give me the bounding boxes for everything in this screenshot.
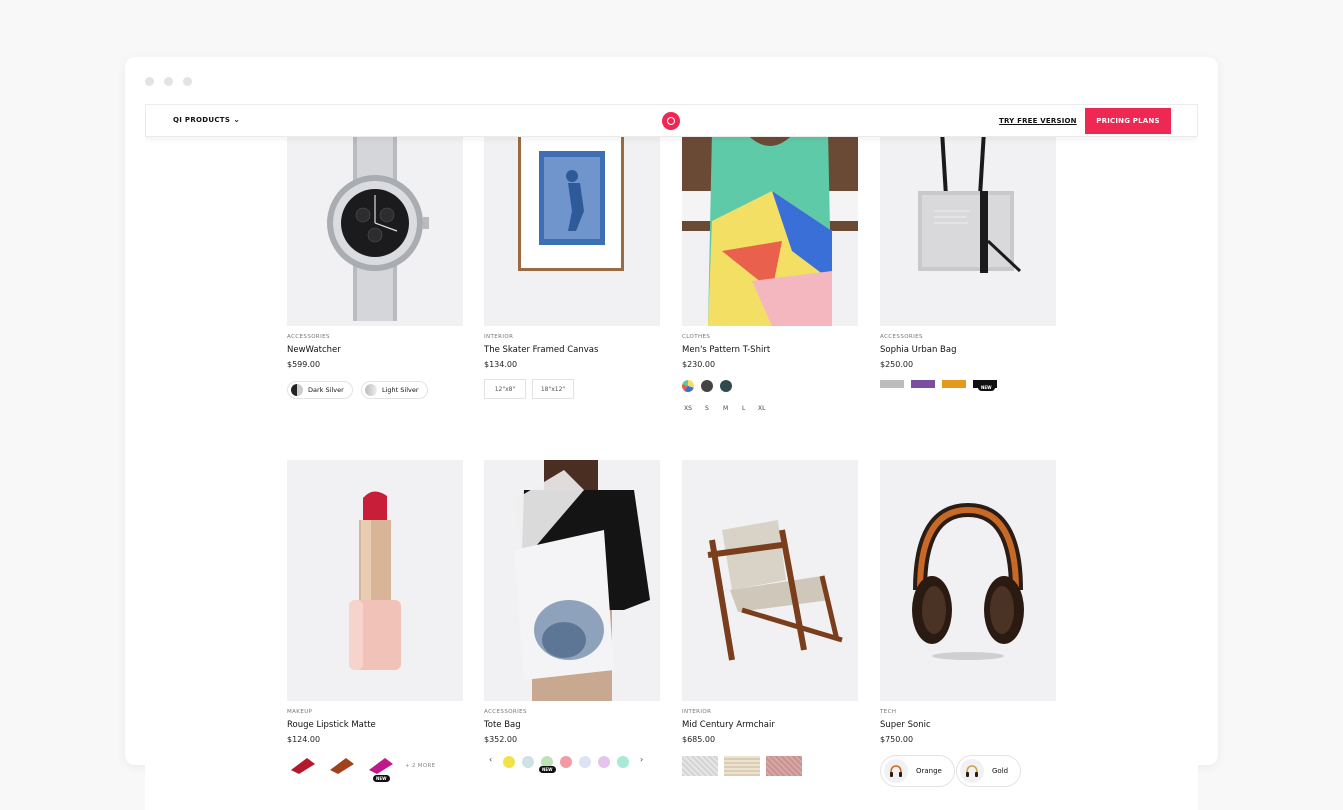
color-swatch[interactable] [598, 756, 610, 768]
size-option[interactable]: L [742, 405, 745, 412]
product-image[interactable] [682, 460, 858, 701]
swatch-light-silver [365, 384, 377, 396]
product-category: ACCESSORIES [287, 334, 330, 340]
product-category: INTERIOR [484, 334, 514, 340]
variant-label: Gold [992, 767, 1009, 775]
product-price: $250.00 [880, 360, 914, 369]
products-menu-label: QI PRODUCTS [173, 116, 231, 124]
try-free-link[interactable]: TRY FREE VERSION [999, 117, 1077, 125]
color-swatch[interactable] [682, 380, 694, 392]
product-title[interactable]: Super Sonic [880, 720, 931, 730]
lipstick-swatch[interactable] [289, 756, 317, 774]
product-category: ACCESSORIES [880, 334, 923, 340]
lipstick-swatch[interactable] [367, 756, 395, 774]
window-dot[interactable] [145, 77, 154, 86]
product-title[interactable]: Tote Bag [484, 720, 521, 730]
qi-logo-icon[interactable] [662, 112, 680, 130]
color-swatch[interactable] [880, 380, 904, 388]
product-category: ACCESSORIES [484, 709, 527, 715]
product-price: $599.00 [287, 360, 321, 369]
product-price: $750.00 [880, 735, 914, 744]
variant-dark-silver[interactable]: Dark Silver [287, 381, 353, 399]
variant-gold[interactable]: Gold [956, 755, 1022, 787]
product-category: INTERIOR [682, 709, 712, 715]
headphones-icon [884, 759, 908, 783]
color-swatch[interactable] [503, 756, 515, 768]
color-swatch[interactable] [560, 756, 572, 768]
product-image[interactable] [880, 131, 1056, 326]
swatch-prev-arrow[interactable]: ‹ [489, 755, 492, 764]
product-price: $134.00 [484, 360, 518, 369]
lipstick-swatch[interactable] [328, 756, 356, 774]
product-image[interactable] [880, 460, 1056, 701]
color-swatch[interactable] [720, 380, 732, 392]
products-menu[interactable]: QI PRODUCTS ⌄ [173, 115, 241, 125]
product-category: MAKEUP [287, 709, 313, 715]
texture-swatch[interactable] [682, 756, 718, 776]
new-badge: NEW [978, 384, 995, 391]
window-controls [145, 77, 192, 86]
new-badge: NEW [539, 766, 556, 773]
variant-label: Orange [916, 767, 942, 775]
chevron-down-icon: ⌄ [233, 115, 241, 124]
size-option[interactable]: M [723, 405, 728, 412]
headphones-icon [960, 759, 984, 783]
product-image[interactable] [287, 460, 463, 701]
size-option[interactable]: S [705, 405, 709, 412]
color-swatch[interactable] [617, 756, 629, 768]
variant-orange[interactable]: Orange [880, 755, 955, 787]
product-title[interactable]: Men's Pattern T-Shirt [682, 345, 770, 355]
size-option[interactable]: XS [684, 405, 692, 412]
product-title[interactable]: The Skater Framed Canvas [484, 345, 598, 355]
variant-size-button[interactable]: 18"x12" [532, 379, 574, 399]
texture-swatch[interactable] [766, 756, 802, 776]
product-image[interactable] [682, 131, 858, 326]
window-dot[interactable] [183, 77, 192, 86]
variant-size-button[interactable]: 12"x8" [484, 379, 526, 399]
product-price: $685.00 [682, 735, 716, 744]
window-dot[interactable] [164, 77, 173, 86]
texture-swatch[interactable] [724, 756, 760, 776]
product-title[interactable]: NewWatcher [287, 345, 341, 355]
new-badge: NEW [373, 775, 390, 782]
variant-label: Dark Silver [308, 386, 344, 394]
product-category: CLOTHES [682, 334, 711, 340]
product-category: TECH [880, 709, 897, 715]
color-swatch[interactable] [579, 756, 591, 768]
swatch-next-arrow[interactable]: › [640, 755, 643, 764]
product-image[interactable] [484, 460, 660, 701]
variant-label: Light Silver [382, 386, 419, 394]
shop-page: QI PRODUCTS ⌄ TRY FREE VERSION PRICING P… [145, 104, 1198, 810]
product-image[interactable] [484, 131, 660, 326]
pricing-plans-button[interactable]: PRICING PLANS [1085, 108, 1171, 134]
color-swatch[interactable] [522, 756, 534, 768]
swatch-dark-silver [291, 384, 303, 396]
color-swatch[interactable] [942, 380, 966, 388]
product-price: $352.00 [484, 735, 518, 744]
top-nav: QI PRODUCTS ⌄ TRY FREE VERSION PRICING P… [145, 104, 1198, 137]
product-title[interactable]: Rouge Lipstick Matte [287, 720, 376, 730]
product-price: $230.00 [682, 360, 716, 369]
product-price: $124.00 [287, 735, 321, 744]
variant-light-silver[interactable]: Light Silver [361, 381, 428, 399]
more-swatches-link[interactable]: + 2 MORE [405, 763, 435, 769]
product-image[interactable] [287, 131, 463, 326]
product-title[interactable]: Mid Century Armchair [682, 720, 775, 730]
size-option[interactable]: XL [758, 405, 765, 412]
product-title[interactable]: Sophia Urban Bag [880, 345, 957, 355]
color-swatch[interactable] [911, 380, 935, 388]
color-swatch[interactable] [701, 380, 713, 392]
